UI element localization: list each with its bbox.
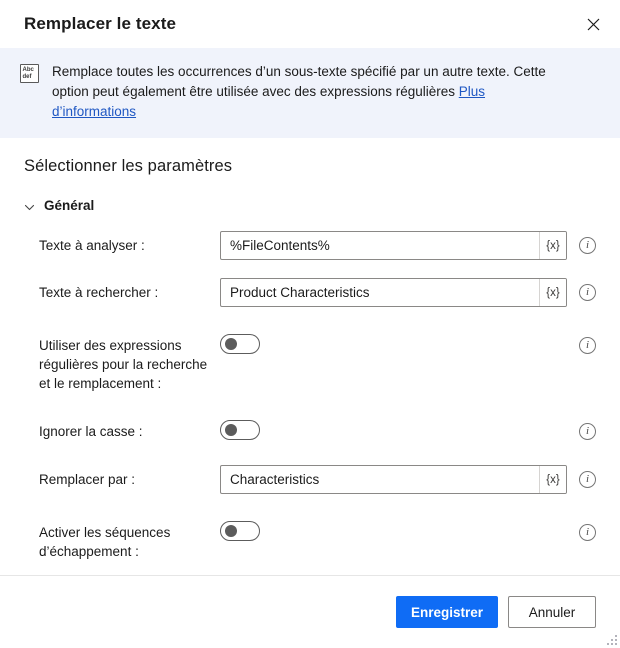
info-icon-replace-with[interactable]: i — [579, 471, 596, 488]
control-text-to-find: Product Characteristics {x} i — [220, 278, 596, 307]
chevron-down-icon — [24, 200, 35, 211]
control-use-regex: i — [220, 331, 596, 354]
variable-picker-button-text-to-find[interactable]: {x} — [539, 279, 566, 306]
label-text-to-parse: Texte à analyser : — [39, 238, 145, 253]
control-replace-with: Characteristics {x} i — [220, 465, 596, 494]
variable-picker-button-text-to-parse[interactable]: {x} — [539, 232, 566, 259]
toggle-knob — [225, 424, 237, 436]
resize-grip[interactable] — [604, 632, 617, 645]
field-row-ignore-case: Ignorer la casse : i — [24, 417, 596, 441]
toggle-knob — [225, 338, 237, 350]
toggle-escape-sequences[interactable] — [220, 521, 260, 541]
info-icon-text-to-find[interactable]: i — [579, 284, 596, 301]
info-icon-ignore-case[interactable]: i — [579, 423, 596, 440]
variable-picker-button-replace-with[interactable]: {x} — [539, 466, 566, 493]
group-header-general[interactable]: Général — [24, 198, 596, 213]
toggle-ignore-case[interactable] — [220, 420, 260, 440]
field-row-text-to-parse: Texte à analyser : %FileContents% {x} i — [24, 231, 596, 260]
label-ignore-case: Ignorer la casse : — [39, 424, 143, 439]
text-to-parse-value[interactable]: %FileContents% — [221, 232, 539, 259]
replace-with-input[interactable]: Characteristics {x} — [220, 465, 567, 494]
section-heading: Sélectionner les paramètres — [24, 157, 233, 175]
field-row-escape-sequences: Activer les séquences d’échappement : i — [24, 518, 596, 561]
label-text-to-find: Texte à rechercher : — [39, 285, 159, 300]
field-row-replace-with: Remplacer par : Characteristics {x} i — [24, 465, 596, 494]
toggle-wrap-escape-sequences — [220, 518, 567, 541]
toggle-wrap-use-regex — [220, 331, 567, 354]
text-to-parse-input[interactable]: %FileContents% {x} — [220, 231, 567, 260]
replace-with-value[interactable]: Characteristics — [221, 466, 539, 493]
replace-text-icon-line1: Abc — [22, 66, 34, 73]
save-button[interactable]: Enregistrer — [395, 596, 498, 628]
label-use-regex: Utiliser des expressions régulières pour… — [39, 338, 208, 391]
replace-text-icon: Abc def — [20, 64, 39, 83]
toggle-use-regex[interactable] — [220, 334, 260, 354]
banner-description: Remplace toutes les occurrences d’un sou… — [52, 62, 572, 122]
text-to-find-value[interactable]: Product Characteristics — [221, 279, 539, 306]
page-title: Remplacer le texte — [24, 14, 177, 33]
close-icon — [587, 18, 600, 31]
replace-text-icon-line2: def — [22, 74, 32, 80]
info-icon-escape-sequences[interactable]: i — [579, 524, 596, 541]
close-button[interactable] — [574, 8, 612, 40]
field-row-text-to-find: Texte à rechercher : Product Characteris… — [24, 278, 596, 307]
group-title-general: Général — [44, 198, 95, 213]
info-banner: Abc def Remplace toutes les occurrences … — [0, 48, 620, 138]
control-escape-sequences: i — [220, 518, 596, 541]
info-icon-text-to-parse[interactable]: i — [579, 237, 596, 254]
control-text-to-parse: %FileContents% {x} i — [220, 231, 596, 260]
dialog-body: Sélectionner les paramètres Général Text… — [0, 138, 620, 582]
toggle-wrap-ignore-case — [220, 417, 567, 440]
control-ignore-case: i — [220, 417, 596, 440]
dialog-footer: Enregistrer Annuler — [0, 575, 620, 648]
label-replace-with: Remplacer par : — [39, 472, 136, 487]
field-row-use-regex: Utiliser des expressions régulières pour… — [24, 331, 596, 393]
toggle-knob — [225, 525, 237, 537]
cancel-button[interactable]: Annuler — [508, 596, 596, 628]
text-to-find-input[interactable]: Product Characteristics {x} — [220, 278, 567, 307]
label-escape-sequences: Activer les séquences d’échappement : — [39, 525, 171, 559]
info-icon-use-regex[interactable]: i — [579, 337, 596, 354]
dialog-titlebar: Remplacer le texte — [0, 0, 620, 48]
